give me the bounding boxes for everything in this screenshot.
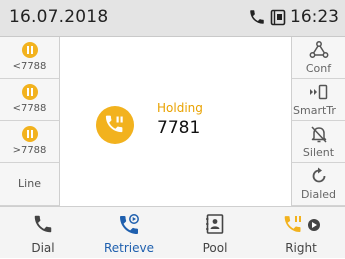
silent-bell-icon — [311, 126, 327, 143]
phone-icon — [248, 8, 266, 30]
status-date: 16.07.2018 — [9, 7, 109, 27]
line-keys: <7788 <7788 >7788 Line — [0, 37, 60, 206]
conf-label: Conf — [305, 62, 332, 75]
directory-icon — [206, 214, 224, 234]
conference-icon — [309, 41, 329, 58]
retrieve-icon — [120, 214, 139, 234]
hold-icon — [22, 42, 38, 58]
conf-button[interactable]: Conf — [291, 37, 345, 79]
line-key-label: <7788 — [12, 103, 47, 114]
smart-transfer-button[interactable]: SmartTr — [291, 79, 345, 121]
status-bar: 16.07.2018 16:23 — [0, 0, 345, 37]
pool-label: Pool — [202, 241, 228, 255]
right-button[interactable]: Right — [258, 207, 344, 259]
line-key-1[interactable]: <7788 — [0, 37, 60, 79]
phone-screen: 16.07.2018 16:23 <7788 <7788 >7788 Line — [0, 0, 345, 258]
call-state-label: Holding — [157, 101, 203, 115]
pool-button[interactable]: Pool — [172, 207, 258, 259]
function-keys: Conf SmartTr Silent Dialed — [291, 37, 345, 206]
line-key-2[interactable]: <7788 — [0, 79, 60, 121]
retrieve-label: Retrieve — [103, 241, 155, 255]
hold-icon — [22, 84, 38, 100]
retrieve-button[interactable]: Retrieve — [86, 207, 172, 259]
silent-button[interactable]: Silent — [291, 121, 345, 163]
status-time: 16:23 — [290, 7, 339, 27]
smart-transfer-icon — [310, 84, 328, 100]
dialed-button[interactable]: Dialed — [291, 163, 345, 206]
call-hold-icon — [96, 106, 134, 144]
dialed-label: Dialed — [300, 188, 337, 201]
smart-transfer-label: SmartTr — [293, 104, 336, 117]
dial-label: Dial — [31, 241, 55, 255]
dial-button[interactable]: Dial — [0, 207, 86, 259]
line-key-label: >7788 — [12, 145, 47, 156]
hold-icon — [22, 126, 38, 142]
right-label: Right — [285, 241, 317, 255]
line-key-label: <7788 — [12, 61, 47, 72]
line-key-4[interactable]: Line — [0, 163, 60, 206]
redial-icon — [312, 167, 326, 183]
silent-label: Silent — [302, 146, 335, 159]
line-key-label: Line — [18, 177, 41, 190]
phonebook-icon — [270, 9, 286, 30]
handset-icon — [34, 215, 52, 233]
hold-call-next-icon — [284, 216, 320, 232]
call-number: 7781 — [157, 118, 201, 138]
softkey-bar: Dial Retrieve Pool Right — [0, 206, 345, 258]
line-key-3[interactable]: >7788 — [0, 121, 60, 163]
